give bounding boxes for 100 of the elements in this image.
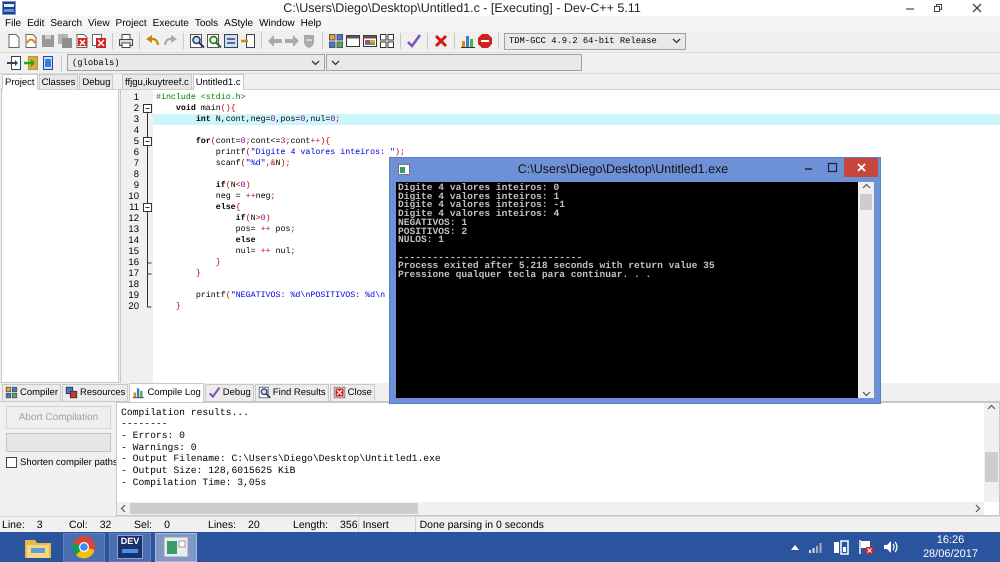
collapse-icon[interactable]	[142, 102, 152, 114]
status-value: 3	[36, 518, 43, 531]
squares-icon[interactable]	[379, 33, 395, 50]
console-line: NEGATIVOS: 1	[398, 218, 468, 228]
log-line: - Output Size: 128,6015625 KiB	[121, 465, 296, 477]
panel-icon[interactable]	[40, 54, 56, 71]
line-number: 4	[132, 124, 140, 136]
up-caret-icon	[987, 402, 996, 412]
file-tab[interactable]: ffjgu,ikuytreef.c	[122, 74, 192, 89]
indent-icon[interactable]	[223, 33, 239, 50]
color-window-icon[interactable]	[362, 33, 378, 50]
panel-tab[interactable]: Classes	[38, 74, 78, 89]
menu-item[interactable]: Project	[112, 18, 150, 29]
line-number: 14	[127, 234, 140, 246]
line-number: 8	[132, 168, 140, 180]
console-line: Digite 4 valores inteiros: 1	[398, 192, 560, 202]
battery-icon[interactable]	[832, 539, 849, 556]
close-button[interactable]	[844, 158, 878, 177]
insert-icon[interactable]	[6, 54, 22, 71]
console-title: C:\Users\Diego\Desktop\Untitled1.exe	[516, 161, 730, 178]
panel-tab[interactable]: Debug	[204, 384, 254, 401]
code-line: int N,cont,neg=0,pos=0,nul=0;	[194, 114, 340, 125]
menu-item[interactable]: Search	[47, 18, 86, 29]
compiler-dropdown[interactable]: TDM-GCC 4.9.2 64-bit Release	[504, 32, 686, 50]
checkbox[interactable]	[6, 456, 17, 468]
right-caret-icon	[973, 504, 982, 514]
page-icon[interactable]	[6, 33, 22, 50]
code-line: #include <stdio.h>	[156, 92, 246, 103]
console-line: Process exited after 5.218 seconds with return value 35	[398, 262, 716, 272]
code-line: nul= ++ nul;	[234, 246, 296, 257]
console-line: Pressione qualquer tecla para continuar. . .	[398, 271, 652, 280]
check-icon[interactable]	[406, 33, 422, 50]
horizontal-scrollbar[interactable]	[117, 502, 984, 516]
disks-icon[interactable]	[57, 33, 73, 50]
line-number: 9	[132, 180, 140, 191]
grid-icon[interactable]	[328, 33, 344, 50]
panel-tab[interactable]: Find Results	[254, 384, 329, 401]
close-page-icon[interactable]	[74, 33, 90, 50]
menu-item[interactable]: Tools	[192, 18, 222, 29]
clock-date[interactable]: 28/06/2017	[922, 547, 978, 562]
outdent-icon[interactable]	[240, 33, 256, 50]
replace-icon[interactable]	[206, 33, 222, 50]
caret-icon	[311, 60, 320, 66]
scrollbar-thumb[interactable]	[860, 194, 872, 210]
window-icon[interactable]	[345, 33, 361, 50]
clock-time[interactable]: 16:26	[936, 533, 964, 548]
code-line: }	[194, 268, 201, 279]
vertical-scrollbar[interactable]	[984, 402, 999, 502]
taskbar-button[interactable]	[155, 532, 197, 562]
close-icon	[332, 386, 346, 400]
menu-item[interactable]: Help	[298, 18, 324, 29]
status-label: Length:	[293, 518, 328, 531]
menu-item[interactable]: AStyle	[221, 18, 256, 29]
bar-chart-icon	[132, 386, 146, 400]
console-icon	[398, 164, 410, 175]
app-window-icon	[163, 536, 189, 558]
signal-icon[interactable]	[808, 541, 824, 554]
menu-item[interactable]: Window	[256, 18, 298, 29]
taskbar-button[interactable]	[63, 532, 105, 562]
log-line: - Warnings: 0	[121, 442, 198, 454]
panel-tab[interactable]: Compiler	[2, 384, 62, 401]
logo-text: DEV	[120, 536, 140, 548]
taskbar-button[interactable]: DEV	[109, 532, 151, 562]
vertical-scrollbar[interactable]	[858, 182, 874, 398]
speaker-icon[interactable]	[882, 540, 899, 554]
console-line: POSITIVOS: 2	[398, 228, 468, 236]
close-pages-icon[interactable]	[91, 33, 107, 50]
panel-tab[interactable]: Close	[330, 384, 375, 401]
panel-tab[interactable]: Compile Log	[129, 382, 204, 402]
file-tab[interactable]: Untitled1.c	[192, 74, 244, 90]
collapse-icon[interactable]	[142, 202, 152, 213]
up-arrow-icon[interactable]	[790, 544, 799, 550]
cross-icon[interactable]	[433, 33, 449, 50]
collapse-icon[interactable]	[142, 136, 152, 147]
menu-item[interactable]: Execute	[150, 18, 192, 29]
scrollbar-thumb[interactable]	[985, 452, 998, 482]
scrollbar-thumb[interactable]	[130, 503, 418, 514]
code-line: for(cont=0;cont<=3;cont++){	[194, 136, 330, 147]
flag-icon[interactable]	[858, 539, 874, 556]
menu-item[interactable]: Edit	[24, 18, 48, 29]
open-page-icon[interactable]	[23, 33, 39, 50]
printer-icon[interactable]	[118, 33, 134, 50]
maximize-icon	[826, 162, 838, 173]
bar-chart-icon[interactable]	[460, 33, 476, 50]
search-icon[interactable]	[189, 33, 205, 50]
menu-item[interactable]: File	[2, 18, 24, 29]
status-label: Col:	[69, 518, 88, 531]
stop-icon[interactable]	[477, 33, 493, 50]
down-caret-icon	[862, 389, 870, 398]
code-line: scanf("%d",&N);	[214, 158, 290, 169]
code-line: else	[234, 234, 256, 246]
caret-icon	[672, 38, 681, 44]
menu-item[interactable]: View	[85, 18, 113, 29]
panel-tab[interactable]: Resources	[62, 384, 128, 401]
status-value: 20	[248, 518, 260, 531]
panel-tab[interactable]: Debug	[79, 74, 114, 89]
scope-dropdown[interactable]: (globals)	[67, 54, 325, 72]
close-icon	[856, 162, 866, 173]
panel-tab[interactable]: Project	[2, 74, 38, 90]
code-line: neg = ++neg;	[214, 190, 276, 202]
